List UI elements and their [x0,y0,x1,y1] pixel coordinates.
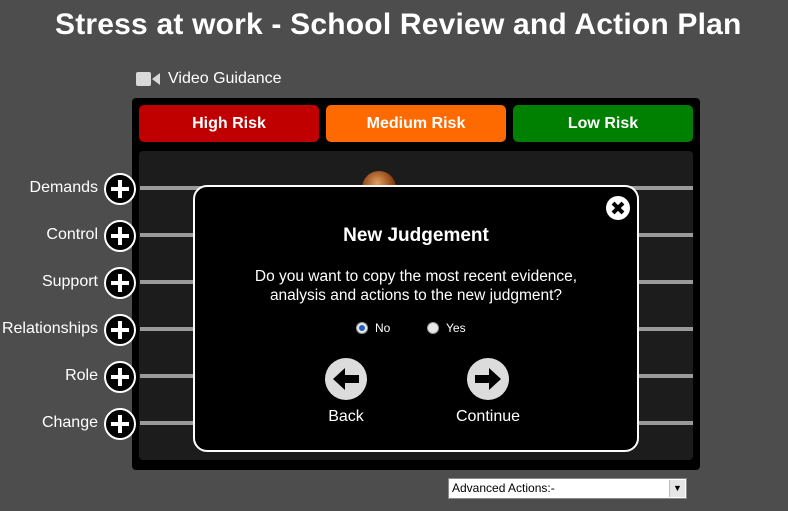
add-relationships-icon[interactable] [104,314,136,346]
arrow-right-icon[interactable] [467,358,509,400]
arrow-left-icon[interactable] [325,358,367,400]
radio-yes[interactable]: Yes [427,321,466,335]
advanced-actions-value: Advanced Actions:- [452,481,555,495]
continue-button[interactable]: Continue [448,358,528,426]
back-label: Back [328,408,364,425]
add-support-icon[interactable] [104,267,136,299]
low-risk-button[interactable]: Low Risk [513,105,693,142]
add-role-icon[interactable] [104,361,136,393]
row-label-role: Role [65,367,98,384]
page-title: Stress at work - School Review and Actio… [55,8,742,41]
radio-yes-label: Yes [446,321,466,335]
radio-no-label: No [375,321,391,335]
row-label-support: Support [41,273,98,290]
close-icon[interactable] [606,196,630,220]
radio-no[interactable]: No [356,321,390,335]
row-label-change: Change [41,414,98,431]
video-guidance-link[interactable]: Video Guidance [136,70,282,88]
chevron-down-icon[interactable]: ▼ [669,480,685,497]
row-label-control: Control [46,226,98,243]
add-demands-icon[interactable] [104,173,136,205]
continue-label: Continue [455,408,521,425]
row-label-relationships: Relationships [1,320,98,337]
row-label-demands: Demands [29,179,98,196]
advanced-actions-select[interactable]: Advanced Actions:- ▼ [448,478,687,499]
new-judgement-dialog: New Judgement Do you want to copy the mo… [193,185,639,452]
radio-no-indicator[interactable] [356,322,368,334]
dialog-title: New Judgement [343,225,489,246]
back-button[interactable]: Back [306,358,386,426]
add-change-icon[interactable] [104,408,136,440]
medium-risk-button[interactable]: Medium Risk [326,105,506,142]
radio-yes-indicator[interactable] [427,322,439,334]
dialog-message: Do you want to copy the most recent evid… [215,267,617,305]
dialog-message-line1: Do you want to copy the most recent evid… [254,268,578,285]
video-camera-icon [136,71,160,87]
high-risk-button[interactable]: High Risk [139,105,319,142]
dialog-message-line2: analysis and actions to the new judgment… [269,287,563,304]
video-guidance-label: Video Guidance [168,70,282,87]
add-control-icon[interactable] [104,220,136,252]
